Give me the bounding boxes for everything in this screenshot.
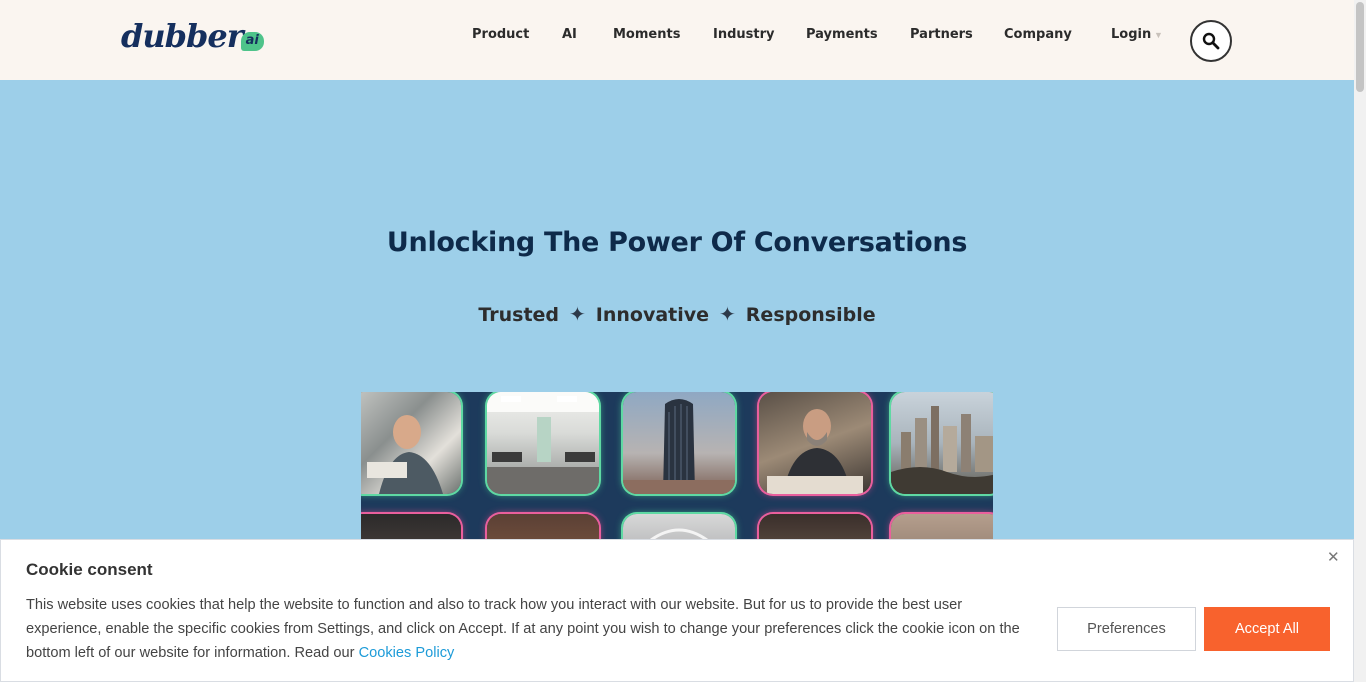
cookie-consent-banner: Cookie consent This website uses cookies… xyxy=(0,539,1354,682)
photo-open-office xyxy=(487,392,599,494)
photo-tile-5 xyxy=(361,514,461,542)
dubber-logo[interactable]: dubber ai xyxy=(121,14,264,54)
nav-ai[interactable]: AI xyxy=(562,27,577,43)
hero-title: Unlocking The Power Of Conversations xyxy=(386,227,968,258)
tag-innovative: Innovative xyxy=(595,304,710,326)
photo-tile-7 xyxy=(623,514,735,542)
nav-industry[interactable]: Industry xyxy=(713,27,775,43)
cookie-body: This website uses cookies that help the … xyxy=(26,597,1020,661)
tag-trusted: Trusted xyxy=(478,304,560,326)
scrollbar-thumb[interactable] xyxy=(1356,2,1364,92)
site-header: dubber ai Product AI Moments Industry Pa… xyxy=(0,0,1354,80)
tag-responsible: Responsible xyxy=(745,304,876,326)
preferences-button[interactable]: Preferences xyxy=(1057,607,1196,651)
cookies-policy-link[interactable]: Cookies Policy xyxy=(359,645,455,661)
photo-tile-9 xyxy=(891,514,993,542)
sparkle-icon: ✦ xyxy=(569,302,586,326)
nav-login[interactable]: Login xyxy=(1111,27,1151,43)
accept-all-button[interactable]: Accept All xyxy=(1204,607,1330,651)
search-icon xyxy=(1202,32,1220,50)
logo-wordmark: dubber xyxy=(121,17,244,55)
hero-video-collage[interactable] xyxy=(361,392,993,542)
photo-woman-on-phone xyxy=(361,392,461,494)
nav-company[interactable]: Company xyxy=(1004,27,1072,43)
logo-ai-badge: ai xyxy=(240,32,264,51)
photo-tile-6 xyxy=(487,514,599,542)
cookie-title: Cookie consent xyxy=(26,560,153,579)
search-button[interactable] xyxy=(1190,20,1232,62)
nav-product[interactable]: Product xyxy=(472,27,529,43)
nav-moments[interactable]: Moments xyxy=(613,27,680,43)
photo-man-in-suit xyxy=(759,392,871,494)
page-scrollbar[interactable] xyxy=(1354,0,1366,682)
hero-tagline: Trusted ✦ Innovative ✦ Responsible xyxy=(0,302,1354,326)
cookie-message: This website uses cookies that help the … xyxy=(26,593,1036,665)
photo-tile-8 xyxy=(759,514,871,542)
photo-city-skyline xyxy=(891,392,993,494)
close-icon[interactable]: ✕ xyxy=(1327,548,1340,566)
nav-partners[interactable]: Partners xyxy=(910,27,973,43)
nav-payments[interactable]: Payments xyxy=(806,27,878,43)
photo-skyscraper xyxy=(623,392,735,494)
sparkle-icon: ✦ xyxy=(719,302,736,326)
chevron-down-icon: ▼ xyxy=(1154,30,1163,40)
